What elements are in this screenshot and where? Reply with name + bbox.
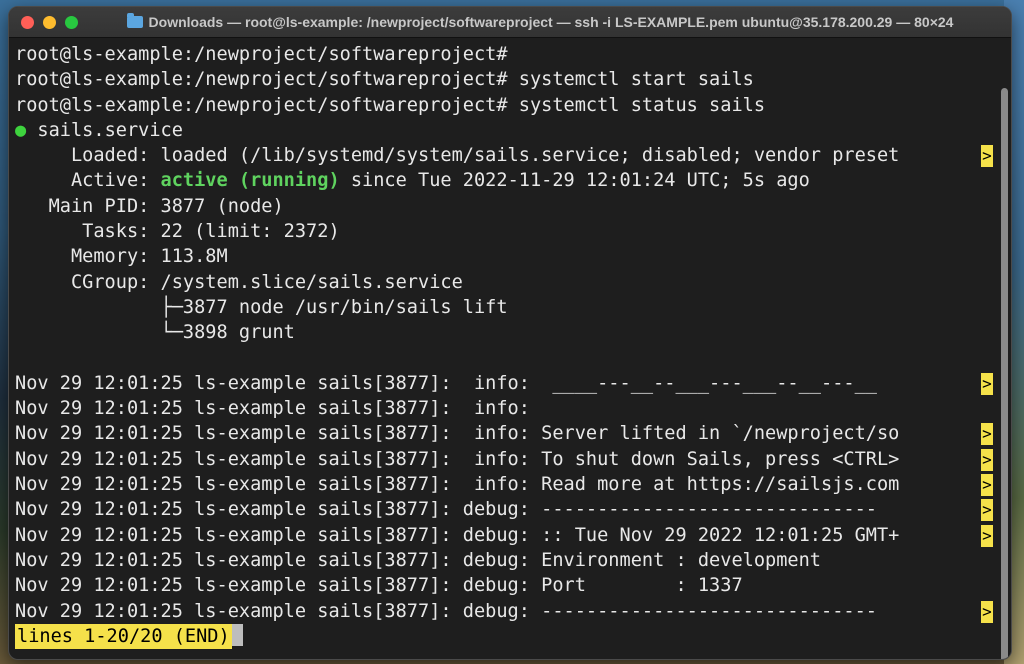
- terminal-line: Nov 29 12:01:25 ls-example sails[3877]: …: [15, 472, 997, 497]
- terminal-line: Nov 29 12:01:25 ls-example sails[3877]: …: [15, 421, 997, 446]
- line-text: root@ls-example:/newproject/softwareproj…: [15, 94, 766, 116]
- close-button[interactable]: [21, 15, 34, 29]
- window-title: Downloads — root@ls-example: /newproject…: [148, 14, 954, 30]
- line-text: Nov 29 12:01:25 ls-example sails[3877]: …: [15, 600, 877, 622]
- terminal-line: Nov 29 12:01:25 ls-example sails[3877]: …: [15, 371, 997, 396]
- service-status-dot-icon: ●: [15, 119, 27, 141]
- terminal-line: Nov 29 12:01:25 ls-example sails[3877]: …: [15, 599, 997, 624]
- terminal-line: CGroup: /system.slice/sails.service: [15, 270, 997, 295]
- line-text: Main PID: 3877 (node): [15, 195, 284, 217]
- line-text: since Tue 2022-11-29 12:01:24 UTC; 5s ag…: [339, 170, 810, 192]
- terminal-line: Active: active (running) since Tue 2022-…: [15, 168, 997, 193]
- terminal-line: Nov 29 12:01:25 ls-example sails[3877]: …: [15, 396, 997, 421]
- terminal-line: root@ls-example:/newproject/softwareproj…: [15, 42, 997, 67]
- terminal-line: Nov 29 12:01:25 ls-example sails[3877]: …: [15, 497, 997, 522]
- line-text: Nov 29 12:01:25 ls-example sails[3877]: …: [15, 398, 530, 420]
- truncation-marker-icon: >: [981, 372, 993, 395]
- truncation-marker-icon: >: [981, 474, 993, 497]
- line-prefix: Active:: [15, 170, 161, 192]
- line-text: Nov 29 12:01:25 ls-example sails[3877]: …: [15, 575, 743, 597]
- text-cursor: [231, 623, 243, 646]
- line-text: Nov 29 12:01:25 ls-example sails[3877]: …: [15, 474, 900, 496]
- terminal-line: Tasks: 22 (limit: 2372): [15, 219, 997, 244]
- truncation-marker-icon: >: [981, 499, 993, 522]
- line-text: CGroup: /system.slice/sails.service: [15, 271, 463, 293]
- terminal-window: Downloads — root@ls-example: /newproject…: [8, 6, 1012, 660]
- terminal-line: Nov 29 12:01:25 ls-example sails[3877]: …: [15, 548, 997, 573]
- line-text: ├─3877 node /usr/bin/sails lift: [15, 296, 508, 318]
- terminal-line: Memory: 113.8M: [15, 244, 997, 269]
- line-text: Nov 29 12:01:25 ls-example sails[3877]: …: [15, 372, 877, 394]
- line-text: Tasks: 22 (limit: 2372): [15, 221, 340, 243]
- scrollbar-thumb[interactable]: [1001, 88, 1008, 659]
- line-text: sails.service: [26, 119, 183, 141]
- line-text: Loaded: loaded (/lib/systemd/system/sail…: [15, 145, 900, 167]
- terminal-line: root@ls-example:/newproject/softwareproj…: [15, 67, 997, 92]
- active-status-text: active (running): [160, 170, 340, 192]
- line-text: Nov 29 12:01:25 ls-example sails[3877]: …: [15, 524, 900, 546]
- truncation-marker-icon: >: [981, 524, 993, 547]
- truncation-marker-icon: >: [981, 423, 993, 446]
- terminal-line: root@ls-example:/newproject/softwareproj…: [15, 93, 997, 118]
- terminal-line: Nov 29 12:01:25 ls-example sails[3877]: …: [15, 573, 997, 598]
- window-title-area: Downloads — root@ls-example: /newproject…: [79, 7, 1001, 37]
- truncation-marker-icon: >: [981, 145, 993, 168]
- terminal-output[interactable]: root@ls-example:/newproject/softwareproj…: [9, 38, 997, 659]
- folder-icon: [126, 13, 143, 28]
- line-text: Nov 29 12:01:25 ls-example sails[3877]: …: [15, 499, 877, 521]
- pager-status-line: lines 1-20/20 (END): [15, 623, 997, 650]
- line-text: root@ls-example:/newproject/softwareproj…: [15, 44, 508, 65]
- pager-status-text: lines 1-20/20 (END): [15, 623, 232, 650]
- truncation-marker-icon: >: [981, 448, 993, 471]
- line-text: Nov 29 12:01:25 ls-example sails[3877]: …: [15, 423, 900, 445]
- line-text: Nov 29 12:01:25 ls-example sails[3877]: …: [15, 448, 900, 470]
- zoom-button[interactable]: [65, 15, 78, 29]
- terminal-line: Main PID: 3877 (node): [15, 194, 997, 219]
- line-text: root@ls-example:/newproject/softwareproj…: [15, 69, 754, 91]
- truncation-marker-icon: >: [981, 600, 993, 623]
- terminal-line: ● sails.service: [15, 118, 997, 143]
- line-text: Memory: 113.8M: [15, 246, 228, 268]
- terminal-line: Nov 29 12:01:25 ls-example sails[3877]: …: [15, 523, 997, 548]
- scrollbar[interactable]: [997, 38, 1011, 659]
- terminal-line: └─3898 grunt: [15, 320, 997, 345]
- terminal-line: Nov 29 12:01:25 ls-example sails[3877]: …: [15, 447, 997, 472]
- minimize-button[interactable]: [43, 15, 56, 29]
- line-text: Nov 29 12:01:25 ls-example sails[3877]: …: [15, 549, 821, 571]
- terminal-line: ├─3877 node /usr/bin/sails lift: [15, 295, 997, 320]
- terminal-line: Loaded: loaded (/lib/systemd/system/sail…: [15, 143, 997, 168]
- window-controls: [21, 15, 78, 29]
- title-bar[interactable]: Downloads — root@ls-example: /newproject…: [9, 7, 1011, 38]
- line-text: └─3898 grunt: [15, 322, 295, 344]
